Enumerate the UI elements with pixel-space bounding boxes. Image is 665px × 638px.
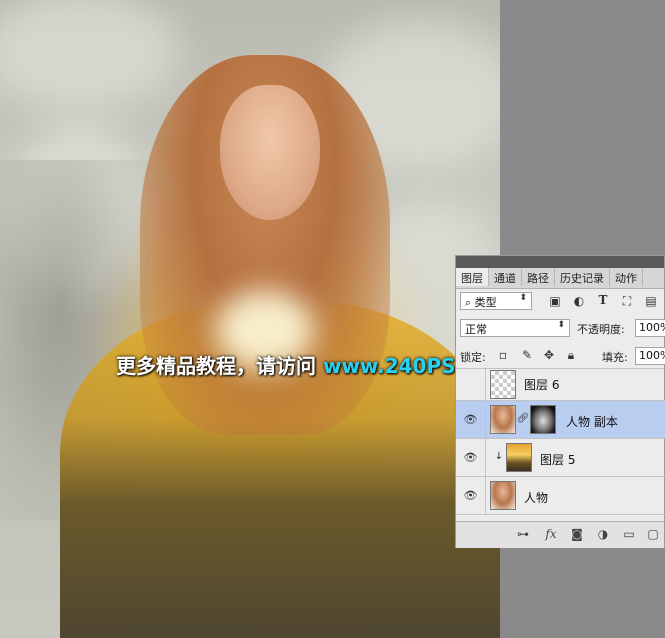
layer-row-person-copy[interactable]: 👁︎ 🔗︎ 人物 副本: [456, 401, 665, 439]
fill-label: 填充:: [602, 351, 628, 364]
layer-thumbnail: [490, 405, 516, 434]
woman-face: [220, 85, 320, 220]
layers-panel: 图层 通道 路径 历史记录 动作 ⌕ 类型 ⬍ ▣ ◐ T ⛶ ▤ 正常 ⬍ 不透明…: [455, 255, 665, 548]
eye-icon: 👁︎: [463, 413, 478, 426]
link-layers-icon[interactable]: ⊶: [516, 527, 530, 541]
fog-cloud: [0, 0, 180, 110]
new-group-icon[interactable]: ▭: [622, 527, 636, 541]
clipping-arrow-icon: ↓: [494, 451, 504, 462]
chevron-updown-icon: ⬍: [519, 293, 527, 303]
fx-icon[interactable]: fx: [544, 527, 558, 541]
blend-mode-select[interactable]: 正常 ⬍: [460, 319, 570, 337]
layer-name[interactable]: 图层 5: [540, 451, 575, 468]
visibility-toggle-off[interactable]: [456, 368, 486, 400]
lock-label: 锁定:: [460, 351, 486, 364]
eye-icon: 👁︎: [463, 451, 478, 464]
panel-tabs: 图层 通道 路径 历史记录 动作: [456, 268, 664, 289]
visibility-toggle[interactable]: 👁︎: [456, 401, 486, 438]
blend-row: 正常 ⬍ 不透明度: 100%: [456, 316, 665, 340]
watermark: 更多精品教程，请访问 www.240PS.com: [116, 350, 500, 379]
layer-thumbnail: [490, 481, 516, 510]
add-mask-icon[interactable]: ◙: [570, 527, 584, 541]
adjustment-layer-icon[interactable]: ◑: [596, 527, 610, 541]
layer-name[interactable]: 人物: [524, 489, 548, 506]
tab-paths[interactable]: 路径: [522, 268, 555, 286]
tab-history[interactable]: 历史记录: [555, 268, 610, 286]
lock-paint-icon[interactable]: ✎: [520, 348, 534, 362]
document-canvas[interactable]: 更多精品教程，请访问 www.240PS.com: [0, 0, 500, 638]
adjustment-filter-icon[interactable]: ◐: [572, 294, 586, 308]
tab-layers[interactable]: 图层: [456, 268, 489, 286]
filter-type-select[interactable]: ⌕ 类型 ⬍: [460, 292, 532, 310]
layer-row-layer5[interactable]: 👁︎ ↓ 图层 5: [456, 439, 665, 477]
chain-link-icon[interactable]: 🔗︎: [516, 413, 530, 424]
smart-object-filter-icon[interactable]: ▤: [644, 294, 658, 308]
fill-input[interactable]: 100%: [635, 347, 665, 365]
layer-thumbnail: [490, 370, 516, 399]
filter-row: ⌕ 类型 ⬍ ▣ ◐ T ⛶ ▤: [456, 289, 664, 313]
tab-channels[interactable]: 通道: [489, 268, 522, 286]
image-filter-icon[interactable]: ▣: [548, 294, 562, 308]
type-filter-icon[interactable]: T: [596, 293, 610, 307]
visibility-toggle[interactable]: 👁︎: [456, 477, 486, 514]
panel-title-bar[interactable]: [456, 256, 664, 268]
opacity-input[interactable]: 100%: [635, 319, 665, 337]
layer-name[interactable]: 人物 副本: [566, 413, 618, 430]
panel-bottom-bar: ⊶ fx ◙ ◑ ▭ ▢: [456, 521, 664, 548]
layer-row-layer6[interactable]: 图层 6: [456, 368, 665, 401]
filter-type-value: 类型: [474, 296, 497, 309]
layer-row-person[interactable]: 👁︎ 人物: [456, 477, 665, 515]
opacity-label: 不透明度:: [577, 323, 625, 336]
lock-move-icon[interactable]: ✥: [542, 348, 556, 362]
layer-name[interactable]: 图层 6: [524, 376, 559, 393]
lock-transparent-icon[interactable]: ▫: [496, 348, 510, 362]
eye-icon: 👁︎: [463, 489, 478, 502]
shape-filter-icon[interactable]: ⛶: [620, 294, 634, 309]
chevron-updown-icon: ⬍: [557, 320, 565, 330]
new-layer-icon[interactable]: ▢: [646, 527, 660, 541]
search-icon: ⌕: [465, 296, 475, 309]
watermark-text: 更多精品教程，请访问: [116, 354, 323, 378]
blend-mode-value: 正常: [465, 323, 487, 336]
layer-mask-thumbnail[interactable]: [530, 405, 556, 434]
lock-row: 锁定: ▫ ✎ ✥ 🔒︎ 填充: 100%: [456, 344, 665, 369]
tab-actions[interactable]: 动作: [610, 268, 643, 286]
layer-thumbnail: [506, 443, 532, 472]
visibility-toggle[interactable]: 👁︎: [456, 439, 486, 476]
lock-all-icon[interactable]: 🔒︎: [564, 348, 578, 363]
